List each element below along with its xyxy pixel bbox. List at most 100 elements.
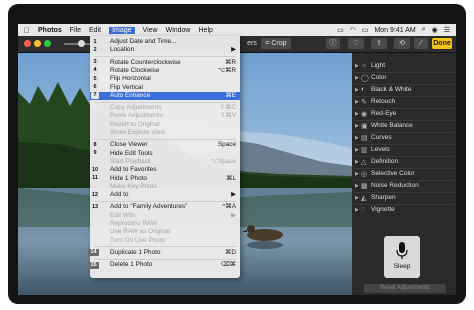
menu-help[interactable]: Help <box>199 27 213 34</box>
adjust-panel: ▶ ☼ Light ▶ ◯ Color ▶ ◐ Black & White ▶ … <box>352 52 456 295</box>
menu-item-label: Add to "Family Adventures" <box>110 203 188 211</box>
step-number-badge: 3 <box>91 59 99 67</box>
menu-item-label: Paste Adjustments <box>110 112 163 120</box>
menu-item-duplicate-1-photo[interactable]: Duplicate 1 Photo ⌘D <box>90 249 240 257</box>
menu-item-label: Close Viewer <box>110 141 148 149</box>
menu-item-rotate-counterclockwise[interactable]: Rotate Counterclockwise ⌘R <box>90 59 240 67</box>
adjust-item-black-white[interactable]: ▶ ◐ Black & White <box>352 84 456 95</box>
reset-adjustments-button[interactable]: Reset Adjustments <box>364 284 446 293</box>
target-icon: ◎ <box>361 170 368 178</box>
close-window-button[interactable] <box>24 40 31 47</box>
rotate-icon: ⟲ <box>399 40 405 47</box>
share-icon: ⇪ <box>376 40 382 47</box>
heart-icon: ♡ <box>352 40 360 47</box>
menu-item-shortcut: ⌥Space <box>210 157 237 165</box>
zoom-window-button[interactable] <box>44 40 51 47</box>
menu-view[interactable]: View <box>143 27 158 34</box>
menu-item-shortcut: ⌥⌘R <box>217 66 236 74</box>
menu-edit[interactable]: Edit <box>89 27 101 34</box>
adjust-item-selective-color[interactable]: ▶ ◎ Selective Color <box>352 168 456 179</box>
menu-item-label: Use RAW as Original <box>110 228 171 236</box>
menu-item-label: Turn On Live Photo <box>110 236 166 244</box>
adjust-item-light[interactable]: ▶ ☼ Light <box>352 60 456 71</box>
menu-item-shortcut: ⌘E <box>225 91 236 99</box>
spotlight-search-icon[interactable]: ⌕ <box>422 26 426 34</box>
done-button[interactable]: Done <box>432 38 452 49</box>
adjust-item-white-balance[interactable]: ▶ ▣ White Balance <box>352 120 456 131</box>
adjust-item-label: Noise Reduction <box>371 182 419 189</box>
menu-item-add-to-favorites[interactable]: Add to Favorites <box>90 166 240 174</box>
apple-icon[interactable]:  <box>24 26 30 35</box>
menu-app-name[interactable]: Photos <box>38 27 62 34</box>
menu-item-shortcut: ⇧⌘V <box>219 112 236 120</box>
menu-item-shortcut: Space <box>217 141 236 149</box>
menu-item-add-to-family-adventures[interactable]: Add to "Family Adventures" ^⌘A <box>90 203 240 211</box>
wifi-icon[interactable]: ◠ <box>350 26 356 34</box>
step-number-badge: 15 <box>88 261 99 269</box>
battery-icon[interactable]: ▭ <box>362 26 369 34</box>
menu-clock[interactable]: Mon 9:41 AM <box>374 27 415 34</box>
menu-item-label: Rotate Clockwise <box>110 66 160 74</box>
menu-window[interactable]: Window <box>166 27 191 34</box>
menu-bar:  Photos File Edit Image View Window Hel… <box>18 24 456 36</box>
menu-image[interactable]: Image <box>109 26 135 34</box>
screen-mirror-icon[interactable]: ▭ <box>337 26 344 34</box>
levels-icon: ▥ <box>361 146 368 154</box>
adjust-item-definition[interactable]: ▶ △ Definition <box>352 156 456 167</box>
info-button[interactable]: ⓘ <box>326 38 340 49</box>
step-number-badge: 11 <box>91 175 99 182</box>
minimize-window-button[interactable] <box>34 40 41 47</box>
image-menu: Adjust Date and Time... Location ▶ Rotate C… <box>90 36 240 278</box>
adjust-item-red-eye[interactable]: ▶ ◉ Red-Eye <box>352 108 456 119</box>
crop-icon: ⌗ <box>265 40 270 47</box>
menu-item-adjust-date-and-time[interactable]: Adjust Date and Time... <box>90 38 240 46</box>
menu-item-show-explore-view: Show Explore View <box>90 129 240 137</box>
menu-file[interactable]: File <box>70 27 81 34</box>
menu-divider <box>94 56 236 58</box>
menu-item-edit-with: Edit With ▶ <box>90 212 240 220</box>
adjust-item-color[interactable]: ▶ ◯ Color <box>352 72 456 83</box>
menu-item-label: Flip Horizontal <box>110 75 151 83</box>
menu-item-delete-1-photo[interactable]: Delete 1 Photo ⌫⌘ <box>90 261 240 269</box>
menu-item-flip-vertical[interactable]: Flip Vertical <box>90 84 240 92</box>
menu-item-rotate-clockwise[interactable]: Rotate Clockwise ⌥⌘R <box>90 67 240 75</box>
menu-item-label: Make Key Photo <box>110 182 157 190</box>
filters-button[interactable]: ers <box>243 38 261 49</box>
crop-button[interactable]: ⌗ Crop <box>261 38 291 49</box>
adjust-item-curves[interactable]: ▶ ▤ Curves <box>352 132 456 143</box>
vignette-icon: ◌ <box>361 206 366 213</box>
sleep-button[interactable]: Sleep <box>384 236 420 278</box>
adjust-item-label: Selective Color <box>371 170 415 177</box>
submenu-arrow-icon: ▶ <box>231 46 236 54</box>
crop-label: Crop <box>271 40 287 47</box>
adjust-item-levels[interactable]: ▶ ▥ Levels <box>352 144 456 155</box>
auto-enhance-button[interactable]: ⁄ <box>414 38 428 49</box>
menu-item-label: Auto Enhance <box>110 91 151 99</box>
rotate-button[interactable]: ⟲ <box>394 38 410 49</box>
menu-item-make-key-photo: Make Key Photo <box>90 183 240 191</box>
adjust-item-noise-reduction[interactable]: ▶ ▦ Noise Reduction <box>352 180 456 191</box>
zoom-slider-knob[interactable] <box>78 40 85 47</box>
menu-item-flip-horizontal[interactable]: Flip Horizontal <box>90 75 240 83</box>
share-button[interactable]: ⇪ <box>371 38 387 49</box>
menu-item-hide-edit-tools[interactable]: Hide Edit Tools <box>90 150 240 158</box>
adjust-item-label: Light <box>371 62 386 69</box>
menu-item-close-viewer[interactable]: Close Viewer Space <box>90 141 240 149</box>
menu-item-location[interactable]: Location ▶ <box>90 46 240 54</box>
step-number-badge: 7 <box>91 92 99 100</box>
siri-icon[interactable]: ◉ <box>432 26 438 34</box>
menu-item-hide-1-photo[interactable]: Hide 1 Photo ⌘L <box>90 175 240 183</box>
favorite-button[interactable]: ♡ <box>348 38 364 49</box>
adjust-item-label: Red-Eye <box>371 110 397 117</box>
adjust-item-vignette[interactable]: ▶ ◌ Vignette <box>352 204 456 215</box>
sharpen-icon: ◭ <box>361 194 367 202</box>
step-number-badge: 6 <box>91 84 99 91</box>
adjust-item-retouch[interactable]: ▶ ✎ Retouch <box>352 96 456 107</box>
menu-item-auto-enhance[interactable]: Auto Enhance ⌘E <box>90 91 240 100</box>
menu-item-label: Revert to Original <box>110 120 160 128</box>
adjust-item-label: Vignette <box>371 206 395 213</box>
menu-item-label: Reprocess RAW <box>110 220 157 227</box>
notification-center-icon[interactable]: ☰ <box>444 26 450 34</box>
adjust-item-sharpen[interactable]: ▶ ◭ Sharpen <box>352 192 456 203</box>
menu-item-add-to[interactable]: Add to ▶ <box>90 191 240 199</box>
